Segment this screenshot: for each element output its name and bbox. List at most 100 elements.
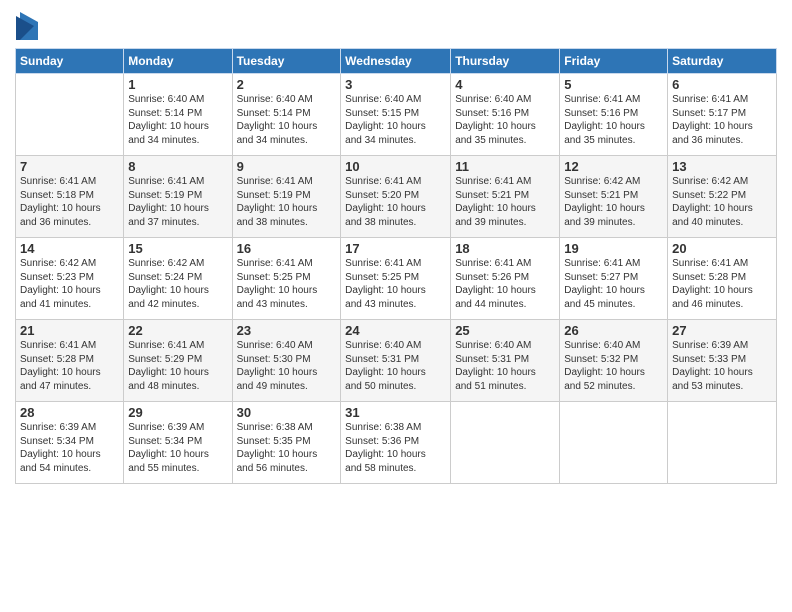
weekday-header-sunday: Sunday (16, 49, 124, 74)
day-number: 12 (564, 159, 663, 174)
day-number: 7 (20, 159, 119, 174)
day-info: Sunrise: 6:41 AM Sunset: 5:16 PM Dayligh… (564, 93, 663, 147)
weekday-header-row: SundayMondayTuesdayWednesdayThursdayFrid… (16, 49, 777, 74)
weekday-header-thursday: Thursday (451, 49, 560, 74)
calendar-cell: 8Sunrise: 6:41 AM Sunset: 5:19 PM Daylig… (124, 156, 232, 238)
logo (15, 14, 38, 40)
day-info: Sunrise: 6:41 AM Sunset: 5:26 PM Dayligh… (455, 257, 555, 311)
calendar-cell (668, 402, 777, 484)
day-number: 6 (672, 77, 772, 92)
week-row-5: 28Sunrise: 6:39 AM Sunset: 5:34 PM Dayli… (16, 402, 777, 484)
weekday-header-tuesday: Tuesday (232, 49, 341, 74)
day-number: 22 (128, 323, 227, 338)
day-number: 10 (345, 159, 446, 174)
calendar-cell: 15Sunrise: 6:42 AM Sunset: 5:24 PM Dayli… (124, 238, 232, 320)
day-number: 31 (345, 405, 446, 420)
day-number: 13 (672, 159, 772, 174)
day-number: 17 (345, 241, 446, 256)
day-number: 20 (672, 241, 772, 256)
page: SundayMondayTuesdayWednesdayThursdayFrid… (0, 0, 792, 612)
day-number: 2 (237, 77, 337, 92)
day-number: 21 (20, 323, 119, 338)
day-number: 15 (128, 241, 227, 256)
week-row-4: 21Sunrise: 6:41 AM Sunset: 5:28 PM Dayli… (16, 320, 777, 402)
day-number: 27 (672, 323, 772, 338)
day-info: Sunrise: 6:38 AM Sunset: 5:36 PM Dayligh… (345, 421, 446, 475)
day-info: Sunrise: 6:42 AM Sunset: 5:21 PM Dayligh… (564, 175, 663, 229)
calendar-cell (560, 402, 668, 484)
day-info: Sunrise: 6:40 AM Sunset: 5:15 PM Dayligh… (345, 93, 446, 147)
calendar-cell: 30Sunrise: 6:38 AM Sunset: 5:35 PM Dayli… (232, 402, 341, 484)
day-number: 19 (564, 241, 663, 256)
day-info: Sunrise: 6:42 AM Sunset: 5:22 PM Dayligh… (672, 175, 772, 229)
day-number: 29 (128, 405, 227, 420)
calendar-cell: 12Sunrise: 6:42 AM Sunset: 5:21 PM Dayli… (560, 156, 668, 238)
day-number: 14 (20, 241, 119, 256)
day-info: Sunrise: 6:38 AM Sunset: 5:35 PM Dayligh… (237, 421, 337, 475)
day-number: 16 (237, 241, 337, 256)
calendar-cell: 1Sunrise: 6:40 AM Sunset: 5:14 PM Daylig… (124, 74, 232, 156)
calendar-cell: 24Sunrise: 6:40 AM Sunset: 5:31 PM Dayli… (341, 320, 451, 402)
calendar-cell: 13Sunrise: 6:42 AM Sunset: 5:22 PM Dayli… (668, 156, 777, 238)
day-number: 24 (345, 323, 446, 338)
day-info: Sunrise: 6:40 AM Sunset: 5:14 PM Dayligh… (128, 93, 227, 147)
calendar-cell: 20Sunrise: 6:41 AM Sunset: 5:28 PM Dayli… (668, 238, 777, 320)
calendar-cell: 22Sunrise: 6:41 AM Sunset: 5:29 PM Dayli… (124, 320, 232, 402)
calendar-cell: 11Sunrise: 6:41 AM Sunset: 5:21 PM Dayli… (451, 156, 560, 238)
calendar-cell: 28Sunrise: 6:39 AM Sunset: 5:34 PM Dayli… (16, 402, 124, 484)
calendar-cell: 10Sunrise: 6:41 AM Sunset: 5:20 PM Dayli… (341, 156, 451, 238)
day-info: Sunrise: 6:39 AM Sunset: 5:34 PM Dayligh… (20, 421, 119, 475)
day-info: Sunrise: 6:41 AM Sunset: 5:27 PM Dayligh… (564, 257, 663, 311)
day-info: Sunrise: 6:41 AM Sunset: 5:18 PM Dayligh… (20, 175, 119, 229)
calendar-cell: 3Sunrise: 6:40 AM Sunset: 5:15 PM Daylig… (341, 74, 451, 156)
calendar-cell: 31Sunrise: 6:38 AM Sunset: 5:36 PM Dayli… (341, 402, 451, 484)
calendar-cell: 9Sunrise: 6:41 AM Sunset: 5:19 PM Daylig… (232, 156, 341, 238)
week-row-1: 1Sunrise: 6:40 AM Sunset: 5:14 PM Daylig… (16, 74, 777, 156)
day-info: Sunrise: 6:41 AM Sunset: 5:28 PM Dayligh… (20, 339, 119, 393)
calendar-cell: 14Sunrise: 6:42 AM Sunset: 5:23 PM Dayli… (16, 238, 124, 320)
calendar-cell (16, 74, 124, 156)
day-number: 30 (237, 405, 337, 420)
day-info: Sunrise: 6:39 AM Sunset: 5:34 PM Dayligh… (128, 421, 227, 475)
day-info: Sunrise: 6:40 AM Sunset: 5:30 PM Dayligh… (237, 339, 337, 393)
calendar: SundayMondayTuesdayWednesdayThursdayFrid… (15, 48, 777, 484)
day-info: Sunrise: 6:39 AM Sunset: 5:33 PM Dayligh… (672, 339, 772, 393)
calendar-cell: 6Sunrise: 6:41 AM Sunset: 5:17 PM Daylig… (668, 74, 777, 156)
calendar-cell: 29Sunrise: 6:39 AM Sunset: 5:34 PM Dayli… (124, 402, 232, 484)
day-number: 25 (455, 323, 555, 338)
calendar-cell: 23Sunrise: 6:40 AM Sunset: 5:30 PM Dayli… (232, 320, 341, 402)
calendar-cell: 21Sunrise: 6:41 AM Sunset: 5:28 PM Dayli… (16, 320, 124, 402)
calendar-cell: 7Sunrise: 6:41 AM Sunset: 5:18 PM Daylig… (16, 156, 124, 238)
calendar-cell: 4Sunrise: 6:40 AM Sunset: 5:16 PM Daylig… (451, 74, 560, 156)
day-number: 28 (20, 405, 119, 420)
calendar-cell: 25Sunrise: 6:40 AM Sunset: 5:31 PM Dayli… (451, 320, 560, 402)
day-info: Sunrise: 6:41 AM Sunset: 5:19 PM Dayligh… (237, 175, 337, 229)
day-info: Sunrise: 6:41 AM Sunset: 5:20 PM Dayligh… (345, 175, 446, 229)
day-info: Sunrise: 6:41 AM Sunset: 5:25 PM Dayligh… (237, 257, 337, 311)
day-info: Sunrise: 6:42 AM Sunset: 5:23 PM Dayligh… (20, 257, 119, 311)
day-number: 23 (237, 323, 337, 338)
day-info: Sunrise: 6:41 AM Sunset: 5:21 PM Dayligh… (455, 175, 555, 229)
day-info: Sunrise: 6:40 AM Sunset: 5:31 PM Dayligh… (455, 339, 555, 393)
day-info: Sunrise: 6:40 AM Sunset: 5:32 PM Dayligh… (564, 339, 663, 393)
day-number: 5 (564, 77, 663, 92)
day-info: Sunrise: 6:41 AM Sunset: 5:17 PM Dayligh… (672, 93, 772, 147)
day-info: Sunrise: 6:40 AM Sunset: 5:14 PM Dayligh… (237, 93, 337, 147)
day-number: 11 (455, 159, 555, 174)
day-number: 18 (455, 241, 555, 256)
logo-icon (16, 12, 38, 40)
calendar-cell: 2Sunrise: 6:40 AM Sunset: 5:14 PM Daylig… (232, 74, 341, 156)
weekday-header-saturday: Saturday (668, 49, 777, 74)
day-info: Sunrise: 6:41 AM Sunset: 5:29 PM Dayligh… (128, 339, 227, 393)
calendar-cell: 17Sunrise: 6:41 AM Sunset: 5:25 PM Dayli… (341, 238, 451, 320)
calendar-cell: 18Sunrise: 6:41 AM Sunset: 5:26 PM Dayli… (451, 238, 560, 320)
week-row-3: 14Sunrise: 6:42 AM Sunset: 5:23 PM Dayli… (16, 238, 777, 320)
week-row-2: 7Sunrise: 6:41 AM Sunset: 5:18 PM Daylig… (16, 156, 777, 238)
day-info: Sunrise: 6:41 AM Sunset: 5:25 PM Dayligh… (345, 257, 446, 311)
day-number: 9 (237, 159, 337, 174)
calendar-cell: 19Sunrise: 6:41 AM Sunset: 5:27 PM Dayli… (560, 238, 668, 320)
day-number: 1 (128, 77, 227, 92)
header (15, 10, 777, 40)
day-info: Sunrise: 6:41 AM Sunset: 5:19 PM Dayligh… (128, 175, 227, 229)
calendar-cell: 16Sunrise: 6:41 AM Sunset: 5:25 PM Dayli… (232, 238, 341, 320)
